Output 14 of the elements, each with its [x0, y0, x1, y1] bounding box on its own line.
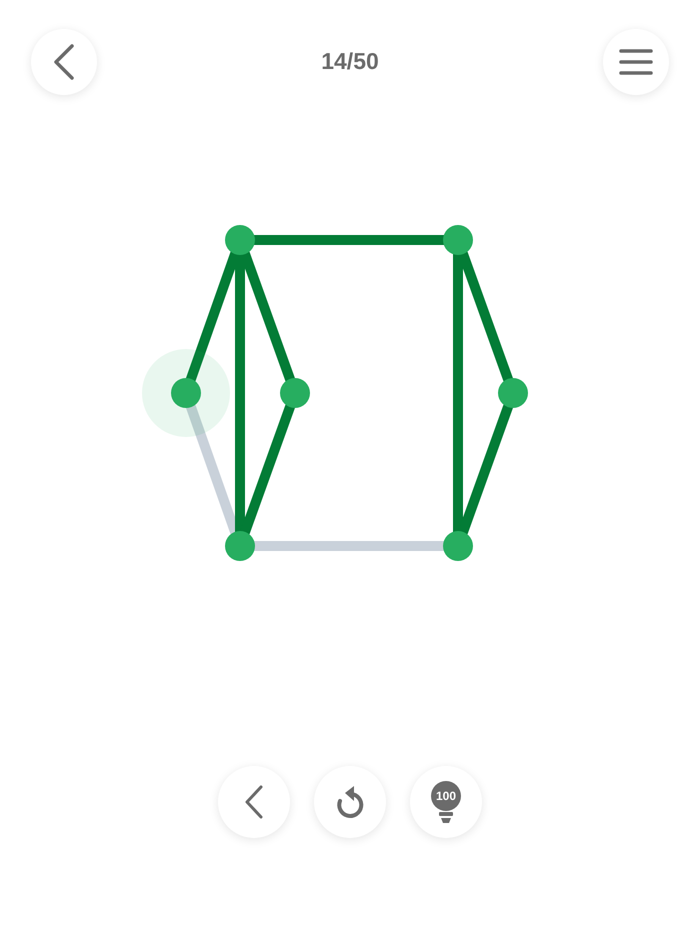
graph-node[interactable] — [225, 225, 255, 255]
menu-icon — [619, 48, 653, 74]
bulb-base-icon — [439, 812, 453, 824]
graph-node[interactable] — [280, 378, 310, 408]
graph-node[interactable] — [498, 378, 528, 408]
restart-icon — [334, 784, 366, 820]
hint-button[interactable]: 100 — [410, 766, 482, 838]
graph-node[interactable] — [443, 225, 473, 255]
back-icon — [53, 44, 75, 80]
level-counter: 14/50 — [321, 48, 379, 75]
back-icon — [244, 785, 264, 819]
graph-node[interactable] — [171, 378, 201, 408]
graph-node[interactable] — [225, 531, 255, 561]
graph-node[interactable] — [443, 531, 473, 561]
